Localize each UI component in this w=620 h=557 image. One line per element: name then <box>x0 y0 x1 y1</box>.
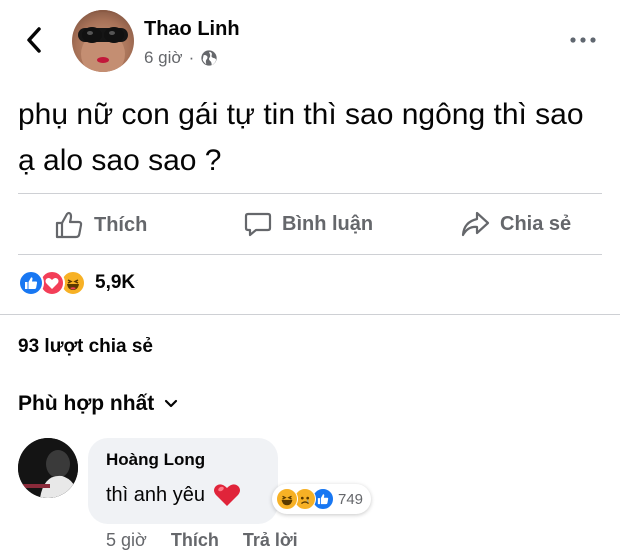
like-button[interactable]: Thích <box>54 210 147 240</box>
red-heart-emoji <box>213 484 240 506</box>
divider <box>0 314 620 315</box>
author-name[interactable]: Thao Linh <box>144 18 240 41</box>
comment-text-content: thì anh yêu <box>106 483 205 506</box>
share-button[interactable]: Chia sẻ <box>460 210 571 238</box>
like-label: Thích <box>94 213 148 236</box>
chevron-down-icon <box>165 399 178 408</box>
author-avatar[interactable] <box>72 10 134 72</box>
comment-reaction-count: 749 <box>338 490 364 508</box>
comment-sort-dropdown[interactable]: Phù hợp nhất <box>18 392 178 416</box>
comment-bubble: Hoàng Long thì anh yêu <box>88 438 278 524</box>
avatar-image <box>72 10 134 72</box>
back-button[interactable] <box>18 22 50 58</box>
more-options-button[interactable] <box>568 28 598 52</box>
comment-text: thì anh yêu <box>106 482 278 508</box>
reaction-icons <box>18 270 86 296</box>
reaction-count: 5,9K <box>95 272 136 293</box>
comment-label: Bình luận <box>282 212 374 235</box>
commenter-avatar-image <box>18 438 78 498</box>
post-meta: 6 giờ · <box>144 48 218 68</box>
post-action-bar: Thích Bình luận Chia sẻ <box>0 194 620 254</box>
commenter-avatar[interactable] <box>18 438 78 498</box>
more-horizontal-icon <box>570 37 596 43</box>
haha-reaction-icon <box>276 488 298 510</box>
comment-author[interactable]: Hoàng Long <box>106 450 278 470</box>
share-count[interactable]: 93 lượt chia sẻ <box>18 336 153 358</box>
globe-icon <box>201 50 217 66</box>
thumbs-up-icon <box>55 211 83 239</box>
chevron-left-icon <box>27 27 41 53</box>
like-reaction-icon <box>18 270 44 296</box>
comment-like-button[interactable]: Thích <box>171 530 219 551</box>
sort-label: Phù hợp nhất <box>18 392 155 415</box>
comment-reply-button[interactable]: Trả lời <box>243 530 298 551</box>
reactions-summary[interactable]: 5,9K <box>18 270 135 296</box>
share-label: Chia sẻ <box>500 212 572 235</box>
divider <box>18 254 602 255</box>
meta-separator: · <box>188 48 195 67</box>
post-text: phụ nữ con gái tự tin thì sao ngông thì … <box>18 98 584 177</box>
comment-icon <box>244 212 272 237</box>
comment-actions: 5 giờ Thích Trả lời <box>106 530 298 551</box>
post-time[interactable]: 6 giờ <box>144 48 183 68</box>
comment-reactions[interactable]: 749 <box>272 484 372 514</box>
comment-button[interactable]: Bình luận <box>244 210 373 238</box>
comment-time: 5 giờ <box>106 530 147 550</box>
share-arrow-icon <box>461 211 490 237</box>
